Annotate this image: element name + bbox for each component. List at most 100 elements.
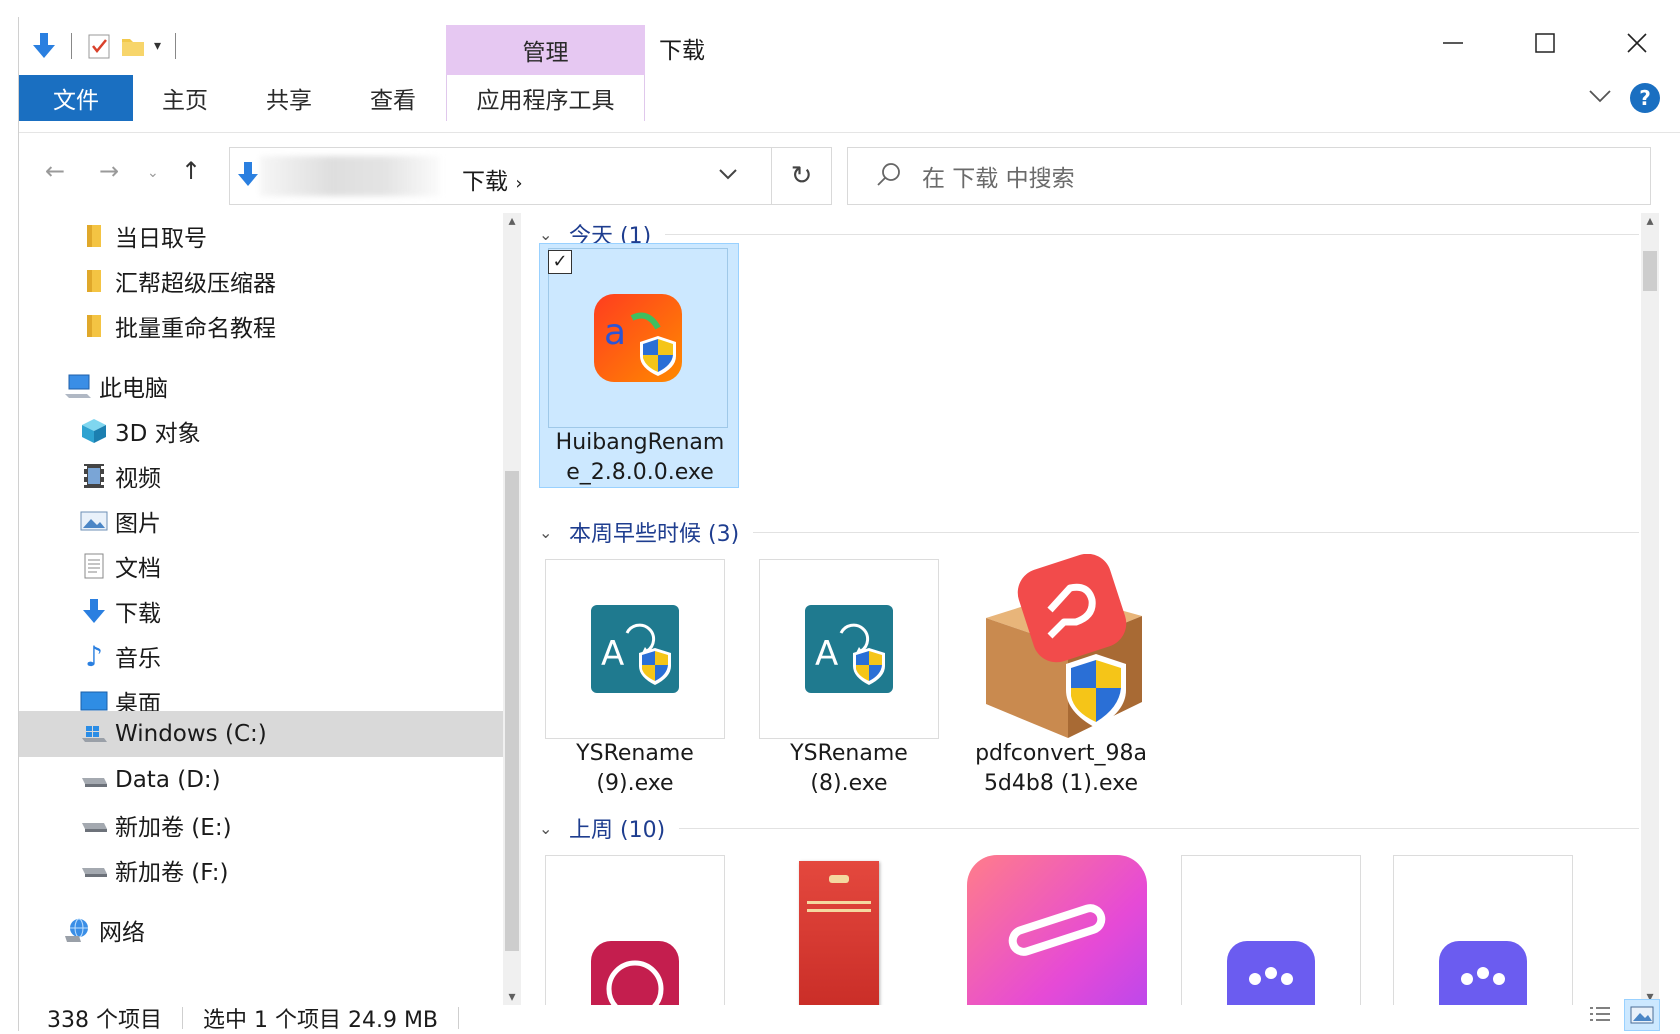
nav-item-folder-2[interactable]: 汇帮超级压缩器 xyxy=(19,258,503,304)
status-bar: 338 个项目 选中 1 个项目 24.9 MB xyxy=(19,999,1680,1033)
minimize-button[interactable] xyxy=(1407,21,1499,65)
file-name-line2: (8).exe xyxy=(810,771,888,796)
ribbon-right-controls: ? xyxy=(1588,83,1660,113)
refresh-button[interactable]: ↻ xyxy=(772,147,832,205)
breadcrumb[interactable]: 下载 › xyxy=(462,162,523,196)
help-icon[interactable]: ? xyxy=(1630,83,1660,113)
file-tile-huibang[interactable]: a ✓ HuibangRenam e_2.8.0.0.exe xyxy=(539,243,739,488)
properties-icon[interactable] xyxy=(86,32,112,60)
details-view-icon[interactable] xyxy=(1582,999,1618,1031)
file-thumbnail xyxy=(1181,855,1361,1005)
collapse-chevron-icon[interactable]: ⌄ xyxy=(539,819,555,838)
file-tile-pdfconvert[interactable]: pdfconvert_98a 5d4b8 (1).exe xyxy=(967,554,1167,804)
nav-item-folder-3[interactable]: 批量重命名教程 xyxy=(19,303,503,349)
drive-icon xyxy=(79,765,109,795)
tab-file[interactable]: 文件 xyxy=(19,75,133,121)
back-arrow-icon[interactable]: ← xyxy=(45,157,65,185)
collapse-chevron-icon[interactable]: ⌄ xyxy=(539,225,555,244)
pictures-icon xyxy=(79,506,109,536)
file-name: YSRename (9).exe xyxy=(535,739,735,799)
file-tile-partial[interactable] xyxy=(967,855,1167,1005)
toolbar-separator xyxy=(71,33,72,59)
file-thumbnail: A xyxy=(545,559,725,739)
nav-item-pictures[interactable]: 图片 xyxy=(19,498,503,544)
nav-scrollbar[interactable]: ▴ ▾ xyxy=(503,213,521,1005)
ysrename-app-icon: A xyxy=(591,605,679,693)
nav-scrollbar-thumb[interactable] xyxy=(505,471,519,951)
scroll-up-icon[interactable]: ▴ xyxy=(1641,213,1659,229)
cad-app-icon xyxy=(591,941,679,1005)
search-placeholder[interactable]: 在 下载 中搜索 xyxy=(922,159,1075,193)
content-scrollbar-thumb[interactable] xyxy=(1643,251,1657,291)
content-scrollbar[interactable]: ▴ ▾ xyxy=(1641,213,1659,1005)
qat-dropdown-icon[interactable]: ▾ xyxy=(154,38,161,54)
search-icon xyxy=(876,161,902,191)
file-tile-ysrename-8[interactable]: A YSRename (8).exe xyxy=(759,559,959,804)
folder-icon xyxy=(79,221,109,251)
file-tile-partial[interactable] xyxy=(759,855,959,1005)
expand-ribbon-icon[interactable] xyxy=(1588,88,1612,108)
nav-item-label: 视频 xyxy=(115,466,161,492)
document-thumbnail xyxy=(799,861,879,1005)
forward-arrow-icon[interactable]: → xyxy=(99,157,119,185)
tab-share[interactable]: 共享 xyxy=(237,75,341,121)
group-header-last-week[interactable]: ⌄ 上周 (10) xyxy=(539,813,1639,843)
file-thumbnail xyxy=(967,551,1157,741)
group-divider xyxy=(679,827,1639,829)
nav-item-downloads[interactable]: 下载 xyxy=(19,588,503,634)
address-dropdown-icon[interactable] xyxy=(718,162,738,187)
nav-item-this-pc[interactable]: 此电脑 xyxy=(19,363,503,409)
nav-item-3d-objects[interactable]: 3D 对象 xyxy=(19,408,503,454)
file-tile-ysrename-9[interactable]: A YSRename (9).exe xyxy=(545,559,745,804)
nav-item-volume-e[interactable]: 新加卷 (E:) xyxy=(19,802,503,848)
close-button[interactable] xyxy=(1591,21,1680,65)
up-arrow-icon[interactable]: ↑ xyxy=(181,157,201,185)
nav-item-volume-f[interactable]: 新加卷 (F:) xyxy=(19,847,503,893)
recent-locations-icon[interactable]: ⌄ xyxy=(147,165,159,181)
address-bar[interactable]: 下载 › xyxy=(229,147,772,205)
pdfconvert-installer-icon xyxy=(986,554,1142,738)
address-blurred-segment xyxy=(260,156,440,196)
nav-item-data-d[interactable]: Data (D:) xyxy=(19,757,503,803)
nav-item-videos[interactable]: 视频 xyxy=(19,453,503,499)
nav-item-label: 汇帮超级压缩器 xyxy=(115,271,276,297)
file-name: YSRename (8).exe xyxy=(749,739,949,799)
tab-application-tools[interactable]: 应用程序工具 xyxy=(446,75,645,121)
chevron-right-icon[interactable]: › xyxy=(515,173,522,194)
file-tile-partial[interactable] xyxy=(545,855,745,1005)
download-icon xyxy=(79,596,109,626)
nav-item-label: 3D 对象 xyxy=(115,421,201,447)
file-tile-partial[interactable] xyxy=(1181,855,1381,1005)
collapse-chevron-icon[interactable]: ⌄ xyxy=(539,523,555,542)
music-icon: ♪ xyxy=(85,639,103,673)
nav-item-label: 新加卷 (E:) xyxy=(115,815,232,841)
maximize-button[interactable] xyxy=(1499,21,1591,65)
search-box[interactable]: 在 下载 中搜索 xyxy=(847,147,1651,205)
nav-item-music[interactable]: ♪ 音乐 xyxy=(19,633,503,679)
nav-item-folder-1[interactable]: 当日取号 xyxy=(19,213,503,259)
scroll-down-icon[interactable]: ▾ xyxy=(503,989,521,1005)
new-folder-icon[interactable] xyxy=(120,33,146,59)
selection-checkbox[interactable]: ✓ xyxy=(548,250,572,274)
nav-item-windows-c[interactable]: Windows (C:) xyxy=(19,711,503,757)
toolbar-separator xyxy=(175,33,177,59)
network-icon xyxy=(63,915,93,945)
tab-view[interactable]: 查看 xyxy=(341,75,445,121)
tab-manage[interactable]: 管理 xyxy=(446,25,645,75)
tab-home[interactable]: 主页 xyxy=(133,75,237,121)
scroll-up-icon[interactable]: ▴ xyxy=(503,213,521,229)
file-tile-partial[interactable] xyxy=(1393,855,1593,1005)
breadcrumb-current[interactable]: 下载 xyxy=(462,169,508,195)
file-name-line2: 5d4b8 (1).exe xyxy=(983,771,1139,796)
group-header-this-week[interactable]: ⌄ 本周早些时候 (3) xyxy=(539,517,1639,547)
minimize-icon xyxy=(1443,42,1463,44)
navigation-pane: 当日取号 汇帮超级压缩器 批量重命名教程 此电脑 3D 对象 视频 图片 文档 xyxy=(19,213,521,1005)
file-thumbnail: A xyxy=(759,559,939,739)
large-icons-view-icon[interactable] xyxy=(1624,999,1660,1031)
group-divider xyxy=(665,233,1639,235)
nav-item-network[interactable]: 网络 xyxy=(19,907,503,953)
nav-item-documents[interactable]: 文档 xyxy=(19,543,503,589)
nav-item-label: 下载 xyxy=(115,601,161,627)
nav-item-label: 新加卷 (F:) xyxy=(115,860,229,886)
documents-icon xyxy=(79,551,109,581)
